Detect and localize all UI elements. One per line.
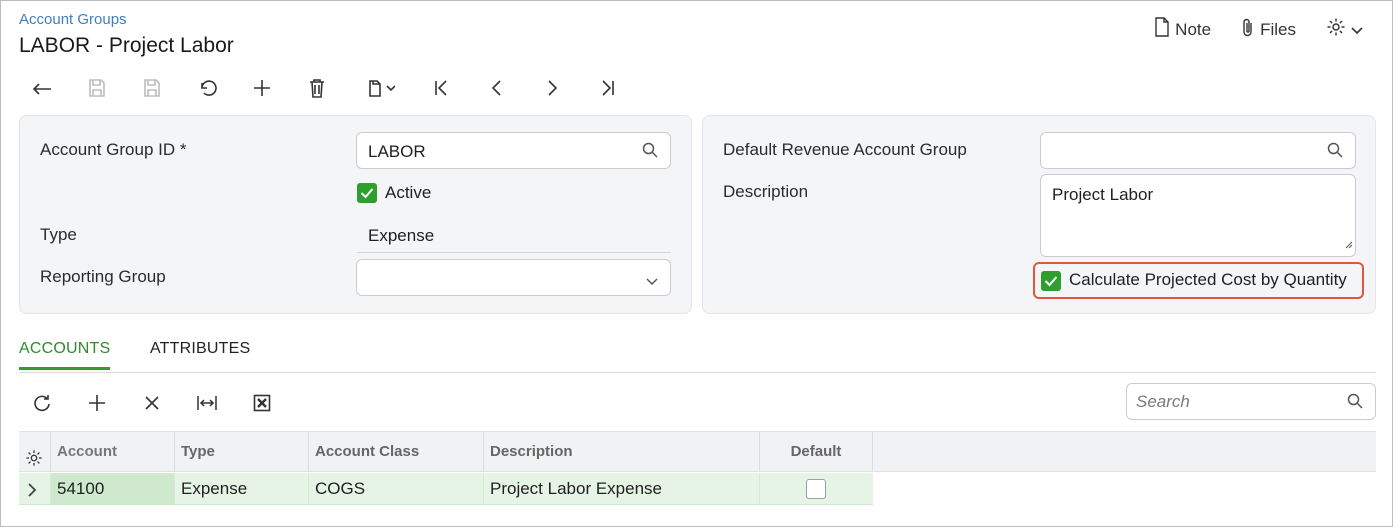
save-icon <box>144 79 160 97</box>
fit-columns-button[interactable] <box>192 388 222 418</box>
active-label: Active <box>385 183 432 202</box>
export-excel-button[interactable] <box>247 388 277 418</box>
resize-handle-icon[interactable] <box>1343 234 1353 254</box>
chevron-right-icon <box>548 80 558 96</box>
account-group-id-value: LABOR <box>368 142 426 161</box>
search-icon[interactable] <box>1347 393 1363 414</box>
cell-description[interactable]: Project Labor Expense <box>484 473 760 505</box>
cell-default <box>760 473 873 505</box>
delete-button[interactable] <box>302 73 332 103</box>
clipboard-menu-button[interactable] <box>357 73 403 103</box>
summary-panel-right: Default Revenue Account Group Descriptio… <box>702 115 1376 314</box>
column-header-type[interactable]: Type <box>175 432 309 472</box>
save-button[interactable] <box>137 73 167 103</box>
chevron-down-icon <box>1351 20 1363 40</box>
tab-attributes[interactable]: ATTRIBUTES <box>150 340 250 367</box>
account-group-id-field[interactable]: LABOR <box>356 132 671 169</box>
first-icon <box>435 80 447 96</box>
grid-search-input[interactable]: Search <box>1126 383 1376 420</box>
plus-icon <box>254 80 270 96</box>
search-icon[interactable] <box>1327 142 1343 163</box>
fit-width-icon <box>197 396 217 410</box>
type-value: Expense <box>368 226 435 245</box>
cell-type[interactable]: Expense <box>175 473 309 505</box>
grid-header: Account Type Account Class Description D… <box>19 431 1376 472</box>
clipboard-icon <box>369 80 395 97</box>
note-button[interactable]: Note <box>1154 17 1211 42</box>
checkmark-icon <box>1044 276 1058 287</box>
cell-account[interactable]: 54100 <box>51 473 175 505</box>
back-button[interactable] <box>27 73 57 103</box>
search-icon[interactable] <box>642 142 658 163</box>
top-actions: Note Files <box>1154 17 1363 42</box>
column-settings-button[interactable] <box>19 432 51 472</box>
tab-accounts[interactable]: ACCOUNTS <box>19 340 111 370</box>
column-header-default[interactable]: Default <box>760 432 873 472</box>
excel-icon <box>253 394 271 412</box>
first-record-button[interactable] <box>427 73 457 103</box>
add-row-button[interactable] <box>82 388 112 418</box>
plus-icon <box>89 395 105 411</box>
settings-menu-button[interactable] <box>1326 17 1363 42</box>
refresh-icon <box>34 395 50 412</box>
cancel-button[interactable] <box>192 73 222 103</box>
search-placeholder: Search <box>1136 392 1190 411</box>
cell-account-class[interactable]: COGS <box>309 473 484 505</box>
last-icon <box>602 80 614 96</box>
summary-panel-left: Account Group ID * LABOR Active Type Exp… <box>19 115 692 314</box>
description-value: Project Labor <box>1052 185 1154 204</box>
chevron-left-icon <box>491 80 501 96</box>
undo-arrow-icon <box>32 83 51 95</box>
description-label: Description <box>723 182 809 201</box>
default-revenue-group-label: Default Revenue Account Group <box>723 140 967 159</box>
type-label: Type <box>40 225 77 244</box>
column-header-account[interactable]: Account <box>51 432 175 472</box>
type-underline <box>357 252 671 253</box>
refresh-button[interactable] <box>27 388 57 418</box>
add-button[interactable] <box>247 73 277 103</box>
table-row[interactable]: 54100 Expense COGS Project Labor Expense <box>19 473 873 505</box>
save-close-button[interactable] <box>82 73 112 103</box>
reporting-group-select[interactable] <box>356 259 671 296</box>
active-checkbox[interactable] <box>357 183 377 203</box>
revert-icon <box>201 80 217 96</box>
reporting-group-label: Reporting Group <box>40 267 166 286</box>
note-icon <box>1154 17 1170 42</box>
trash-icon <box>310 79 324 98</box>
calc-projected-label: Calculate Projected Cost by Quantity <box>1069 270 1347 289</box>
tab-divider <box>19 372 1376 373</box>
note-label: Note <box>1175 19 1212 39</box>
default-checkbox[interactable] <box>806 479 826 499</box>
row-expand-button[interactable] <box>19 473 51 505</box>
save-close-icon <box>89 79 105 97</box>
checkmark-icon <box>360 188 374 199</box>
paperclip-icon <box>1241 17 1255 42</box>
description-textarea[interactable]: Project Labor <box>1040 174 1356 257</box>
default-revenue-group-field[interactable] <box>1040 132 1356 169</box>
breadcrumb[interactable]: Account Groups <box>19 11 127 28</box>
column-header-description[interactable]: Description <box>484 432 760 472</box>
files-button[interactable]: Files <box>1241 17 1296 42</box>
last-record-button[interactable] <box>592 73 622 103</box>
files-label: Files <box>1260 19 1296 39</box>
column-header-account-class[interactable]: Account Class <box>309 432 484 472</box>
account-group-id-label: Account Group ID * <box>40 140 187 159</box>
close-icon <box>145 396 159 410</box>
delete-row-button[interactable] <box>137 388 167 418</box>
calc-projected-checkbox[interactable] <box>1041 271 1061 291</box>
gear-icon <box>1326 17 1346 42</box>
page-title: LABOR - Project Labor <box>19 34 234 57</box>
chevron-down-icon <box>646 271 658 291</box>
next-record-button[interactable] <box>537 73 567 103</box>
previous-record-button[interactable] <box>482 73 512 103</box>
chevron-right-icon <box>28 482 37 497</box>
